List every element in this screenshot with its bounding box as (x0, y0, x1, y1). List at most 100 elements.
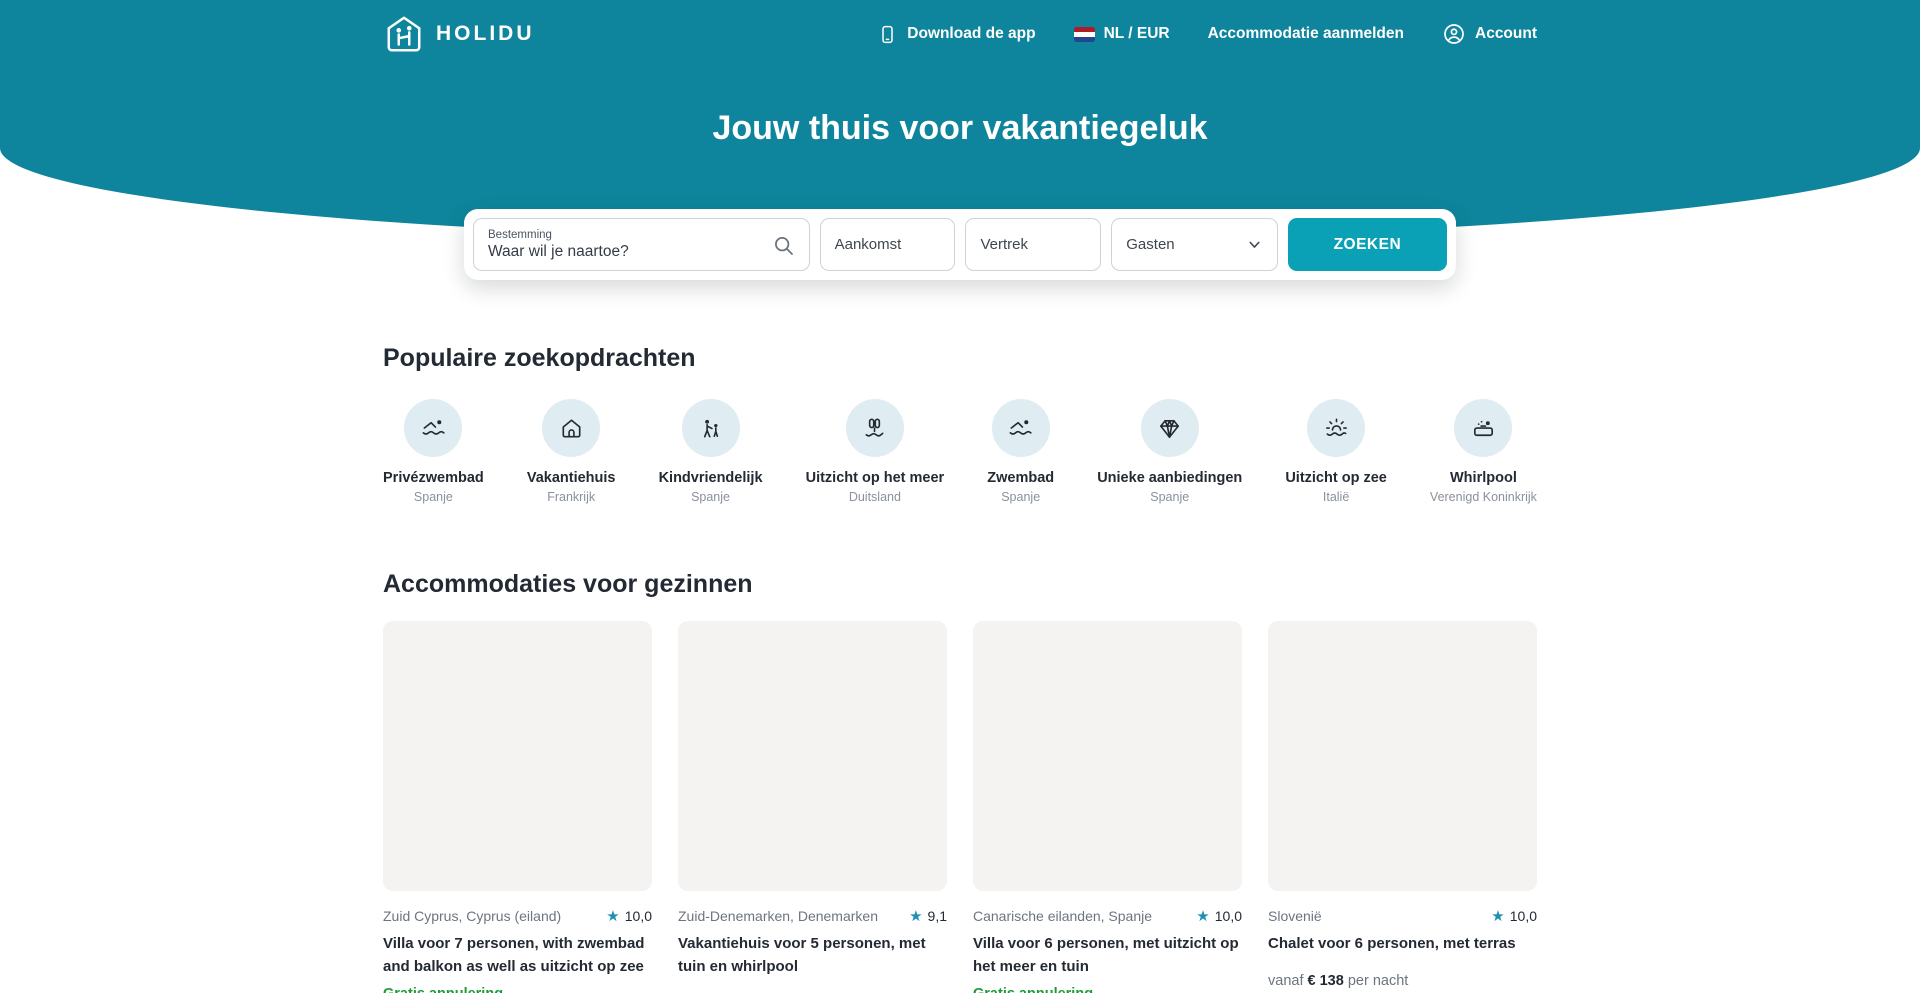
chevron-down-icon (1246, 236, 1263, 253)
popular-item-label: Privézwembad (383, 470, 484, 486)
netherlands-flag-icon (1074, 27, 1095, 42)
popular-item-vakantiehuis[interactable]: Vakantiehuis Frankrijk (527, 399, 616, 504)
free-cancellation-badge: Gratis annulering (383, 986, 652, 993)
popular-item-kindvriendelijk[interactable]: Kindvriendelijk Spanje (659, 399, 763, 504)
property-photo-placeholder[interactable] (383, 621, 652, 891)
house-icon (542, 399, 600, 457)
popular-item-label: Unieke aanbiedingen (1097, 470, 1242, 486)
swimmer-icon (992, 399, 1050, 457)
location-row: Canarische eilanden, Spanje ★ 10,0 (973, 907, 1242, 925)
popular-item-label: Vakantiehuis (527, 470, 616, 486)
holidu-logo[interactable]: HOLIDU (383, 13, 535, 55)
property-title: Vakantiehuis voor 5 personen, met tuin e… (678, 933, 947, 978)
popular-item-whirlpool[interactable]: Whirlpool Verenigd Koninkrijk (1430, 399, 1537, 504)
location-row: Zuid Cyprus, Cyprus (eiland) ★ 10,0 (383, 907, 652, 925)
price-row: vanaf € 138 per nacht (1268, 973, 1537, 989)
free-cancellation-badge: Gratis annulering (973, 986, 1242, 993)
list-property-label: Accommodatie aanmelden (1208, 25, 1404, 43)
popular-item-sublabel: Frankrijk (547, 490, 595, 504)
download-app-label: Download de app (907, 25, 1035, 43)
account-label: Account (1475, 25, 1537, 43)
popular-item-sublabel: Spanje (414, 490, 453, 504)
brand-name: HOLIDU (436, 22, 535, 46)
price-suffix: per nacht (1348, 973, 1408, 989)
rating-value: 10,0 (1510, 908, 1537, 924)
header-nav: Download de app NL / EUR Accommodatie aa… (877, 22, 1537, 46)
property-location: Canarische eilanden, Spanje (973, 908, 1152, 924)
property-photo-placeholder[interactable] (678, 621, 947, 891)
phone-icon (877, 24, 898, 45)
property-location: Slovenië (1268, 908, 1322, 924)
hot-tub-icon (1454, 399, 1512, 457)
popular-item-sublabel: Duitsland (849, 490, 901, 504)
location-row: Slovenië ★ 10,0 (1268, 907, 1537, 925)
price-value: € 138 (1308, 973, 1344, 989)
guests-label: Gasten (1126, 236, 1174, 253)
location-row: Zuid-Denemarken, Denemarken ★ 9,1 (678, 907, 947, 925)
rating-value: 10,0 (625, 908, 652, 924)
checkout-label: Vertrek (980, 236, 1028, 253)
destination-label: Bestemming (488, 229, 552, 241)
rating-badge: ★ 10,0 (1196, 907, 1242, 925)
popular-item-label: Uitzicht op het meer (806, 470, 945, 486)
search-submit-button[interactable]: ZOEKEN (1288, 218, 1447, 271)
star-icon: ★ (1196, 907, 1209, 925)
popular-item-privezwembad[interactable]: Privézwembad Spanje (383, 399, 484, 504)
guests-selector[interactable]: Gasten (1111, 218, 1277, 271)
child-friendly-icon (682, 399, 740, 457)
price-prefix: vanaf (1268, 973, 1303, 989)
locale-selector[interactable]: NL / EUR (1074, 25, 1170, 43)
property-cards-row: Zuid Cyprus, Cyprus (eiland) ★ 10,0 Vill… (383, 621, 1537, 993)
popular-item-sublabel: Italië (1323, 490, 1349, 504)
star-icon: ★ (1491, 907, 1504, 925)
lake-view-icon (846, 399, 904, 457)
checkin-label: Aankomst (835, 236, 902, 253)
property-photo-placeholder[interactable] (973, 621, 1242, 891)
checkin-field[interactable]: Aankomst (820, 218, 956, 271)
popular-item-label: Kindvriendelijk (659, 470, 763, 486)
popular-item-zwembad[interactable]: Zwembad Spanje (987, 399, 1054, 504)
rating-value: 9,1 (928, 908, 947, 924)
property-location: Zuid-Denemarken, Denemarken (678, 908, 878, 924)
popular-item-unieke-aanbiedingen[interactable]: Unieke aanbiedingen Spanje (1097, 399, 1242, 504)
rating-badge: ★ 10,0 (1491, 907, 1537, 925)
sea-view-icon (1307, 399, 1365, 457)
popular-item-sublabel: Spanje (691, 490, 730, 504)
diamond-icon (1141, 399, 1199, 457)
destination-field[interactable]: Bestemming (473, 218, 810, 271)
popular-searches-row: Privézwembad Spanje Vakantiehuis Frankri… (383, 399, 1537, 504)
account-button[interactable]: Account (1442, 22, 1537, 46)
holidu-house-icon (383, 13, 425, 55)
rating-badge: ★ 10,0 (606, 907, 652, 925)
popular-item-sublabel: Spanje (1150, 490, 1189, 504)
property-photo-placeholder[interactable] (1268, 621, 1537, 891)
property-card[interactable]: Canarische eilanden, Spanje ★ 10,0 Villa… (973, 621, 1242, 993)
swimmer-icon (404, 399, 462, 457)
property-card[interactable]: Zuid Cyprus, Cyprus (eiland) ★ 10,0 Vill… (383, 621, 652, 993)
property-card[interactable]: Slovenië ★ 10,0 Chalet voor 6 personen, … (1268, 621, 1537, 993)
hero-header: HOLIDU Download de app NL / EUR Acco (0, 0, 1920, 240)
popular-item-label: Uitzicht op zee (1285, 470, 1387, 486)
property-location: Zuid Cyprus, Cyprus (eiland) (383, 908, 561, 924)
checkout-field[interactable]: Vertrek (965, 218, 1101, 271)
popular-item-label: Zwembad (987, 470, 1054, 486)
rating-badge: ★ 9,1 (909, 907, 947, 925)
star-icon: ★ (909, 907, 922, 925)
user-account-icon (1442, 22, 1466, 46)
star-icon: ★ (606, 907, 619, 925)
locale-label: NL / EUR (1104, 25, 1170, 43)
search-icon (771, 233, 796, 258)
property-card[interactable]: Zuid-Denemarken, Denemarken ★ 9,1 Vakant… (678, 621, 947, 993)
property-title: Villa voor 7 personen, with zwembad and … (383, 933, 652, 978)
search-bar: Bestemming Aankomst Vertrek Gasten ZOEK (464, 209, 1456, 280)
list-property-link[interactable]: Accommodatie aanmelden (1208, 25, 1404, 43)
popular-item-uitzicht-op-het-meer[interactable]: Uitzicht op het meer Duitsland (806, 399, 945, 504)
download-app-link[interactable]: Download de app (877, 24, 1035, 45)
top-navigation-bar: HOLIDU Download de app NL / EUR Acco (383, 0, 1537, 55)
page-title: Jouw thuis voor vakantiegeluk (0, 109, 1920, 148)
popular-item-uitzicht-op-zee[interactable]: Uitzicht op zee Italië (1285, 399, 1387, 504)
destination-input[interactable] (488, 243, 758, 261)
family-section-title: Accommodaties voor gezinnen (383, 570, 1537, 599)
property-title: Villa voor 6 personen, met uitzicht op h… (973, 933, 1242, 978)
popular-item-label: Whirlpool (1450, 470, 1517, 486)
